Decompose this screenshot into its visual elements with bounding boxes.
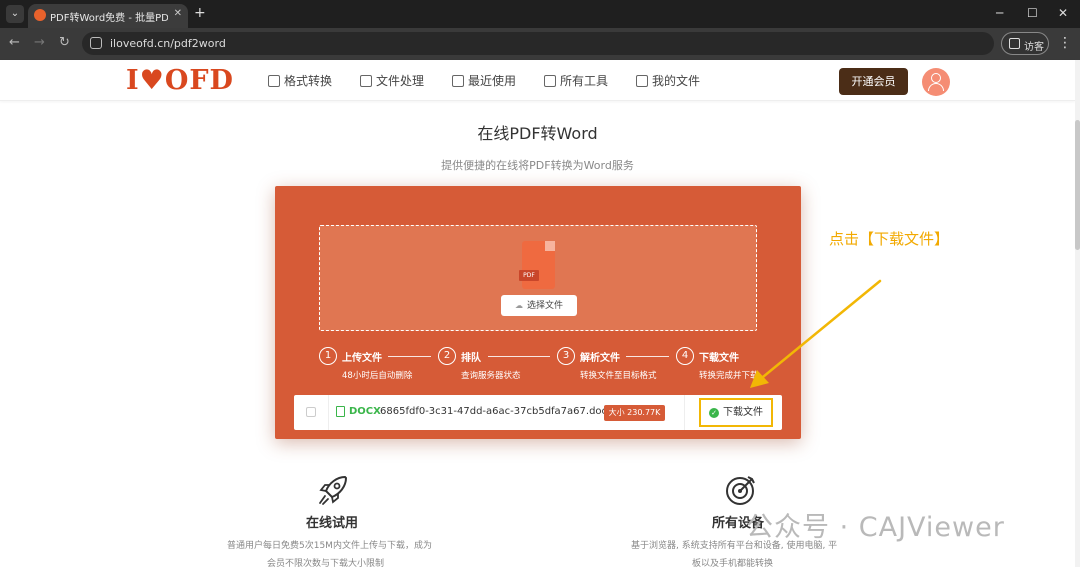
check-circle-icon: ✓ — [709, 408, 719, 418]
step-connector — [626, 356, 669, 357]
logo-heart-icon: ♥ — [139, 65, 165, 96]
guest-profile-icon — [1009, 38, 1020, 49]
feature-desc: 普通用户每日免费5次15M内文件上传与下载，成为 — [227, 541, 432, 551]
browser-tab[interactable]: PDF转Word免费 - 批量PDF转Wo ✕ — [28, 4, 188, 28]
divider — [684, 395, 685, 430]
site-info-icon[interactable] — [90, 37, 102, 49]
page-scrollbar[interactable] — [1075, 60, 1080, 567]
step-number: 2 — [438, 347, 456, 365]
watermark-text: 公众号 · CAJViewer — [746, 512, 1005, 543]
file-checkbox[interactable] — [306, 407, 316, 417]
step-number: 1 — [319, 347, 337, 365]
tab-search-icon[interactable]: ⌄ — [6, 5, 24, 23]
choose-file-button[interactable]: ☁ 选择文件 — [501, 295, 577, 316]
tab-title: PDF转Word免费 - 批量PDF转Wo — [50, 13, 168, 24]
file-row: DOCX 6865fdf0-3c31-47dd-a6ac-37cb5dfa7a6… — [294, 395, 782, 430]
step-number: 3 — [557, 347, 575, 365]
reload-icon[interactable]: ↻ — [59, 35, 70, 51]
step-desc: 48小时后自动删除 — [342, 371, 413, 381]
download-label: 下载文件 — [723, 407, 763, 418]
step-1: 1 上传文件 48小时后自动删除 — [319, 347, 439, 387]
annotation-arrow-icon — [750, 279, 882, 388]
page-subtitle: 提供便捷的在线将PDF转换为Word服务 — [441, 159, 634, 172]
guest-profile-button[interactable]: 访客 — [1001, 32, 1049, 55]
upload-dropzone[interactable]: PDF ☁ 选择文件 — [319, 225, 757, 331]
site-logo[interactable]: I♥OFD — [126, 65, 234, 96]
step-3: 3 解析文件 转换文件至目标格式 — [557, 347, 677, 387]
target-icon — [726, 476, 755, 505]
maximize-icon[interactable]: ☐ — [1027, 6, 1038, 20]
tab-close-icon[interactable]: ✕ — [174, 8, 182, 19]
file-size-badge: 大小 230.77K — [604, 405, 665, 421]
document-icon — [336, 406, 345, 417]
conversion-card: PDF ☁ 选择文件 1 上传文件 48小时后自动删除 2 排队 查询服务器状态 … — [275, 186, 801, 439]
nav-label: 最近使用 — [468, 74, 517, 88]
minimize-icon[interactable]: ─ — [996, 6, 1003, 20]
pdf-badge: PDF — [519, 270, 539, 281]
document-icon — [636, 75, 648, 87]
logo-text: OFD — [164, 65, 234, 96]
upload-cloud-icon: ☁ — [514, 301, 523, 310]
site-header: I♥OFD 格式转换 文件处理 最近使用 所有工具 我的文件 开通会员 — [0, 60, 1075, 101]
step-title: 下载文件 — [699, 353, 739, 364]
step-title: 排队 — [461, 353, 481, 364]
browser-tab-bar: ⌄ PDF转Word免费 - 批量PDF转Wo ✕ + ─ ☐ ✕ — [0, 0, 1080, 28]
address-bar[interactable]: iloveofd.cn/pdf2word — [82, 32, 994, 55]
page-title: 在线PDF转Word — [477, 124, 598, 143]
nav-label: 所有工具 — [560, 74, 609, 88]
choose-file-label: 选择文件 — [526, 301, 563, 311]
step-desc: 转换文件至目标格式 — [580, 371, 657, 381]
new-tab-button[interactable]: + — [194, 5, 206, 21]
feature-title: 在线试用 — [306, 516, 359, 531]
step-2: 2 排队 查询服务器状态 — [438, 347, 558, 387]
nav-format-convert[interactable]: 格式转换 — [268, 72, 332, 89]
nav-label: 格式转换 — [284, 74, 333, 88]
download-file-button[interactable]: ✓ 下载文件 — [699, 398, 773, 427]
nav-file-process[interactable]: 文件处理 — [360, 72, 424, 89]
step-title: 上传文件 — [342, 353, 382, 364]
convert-icon — [268, 75, 280, 87]
url-text[interactable]: iloveofd.cn/pdf2word — [110, 37, 226, 50]
feature-desc: 会员不限次数与下载大小限制 — [267, 559, 385, 567]
forward-icon[interactable]: → — [34, 35, 45, 51]
vip-button[interactable]: 开通会员 — [839, 68, 908, 95]
guest-label: 访客 — [1024, 42, 1044, 53]
pdf-file-icon — [522, 241, 555, 289]
nav-my-files[interactable]: 我的文件 — [636, 72, 700, 89]
user-avatar-icon[interactable] — [922, 68, 950, 96]
step-connector — [488, 356, 550, 357]
nav-label: 文件处理 — [376, 74, 425, 88]
grid-icon — [544, 75, 556, 87]
close-window-icon[interactable]: ✕ — [1058, 6, 1068, 20]
step-title: 解析文件 — [580, 353, 620, 364]
menu-icon[interactable]: ⋮ — [1058, 35, 1072, 51]
rocket-icon — [319, 475, 348, 505]
step-connector — [388, 356, 431, 357]
back-icon[interactable]: ← — [9, 35, 20, 51]
annotation-text: 点击【下载文件】 — [829, 230, 950, 248]
file-edit-icon — [360, 75, 372, 87]
nav-recent[interactable]: 最近使用 — [452, 72, 516, 89]
step-desc: 查询服务器状态 — [461, 371, 521, 381]
scrollbar-thumb[interactable] — [1075, 120, 1080, 250]
file-name: 6865fdf0-3c31-47dd-a6ac-37cb5dfa7a67.doc… — [380, 406, 613, 417]
nav-all-tools[interactable]: 所有工具 — [544, 72, 608, 89]
divider — [328, 395, 329, 430]
step-number: 4 — [676, 347, 694, 365]
recent-icon — [452, 75, 464, 87]
browser-toolbar: ← → ↻ iloveofd.cn/pdf2word 访客 — [0, 28, 1080, 60]
nav-label: 我的文件 — [652, 74, 701, 88]
logo-letter: I — [126, 65, 140, 96]
feature-desc: 板以及手机都能转换 — [692, 559, 774, 567]
site-favicon-icon — [34, 9, 46, 21]
file-type: DOCX — [349, 406, 381, 417]
